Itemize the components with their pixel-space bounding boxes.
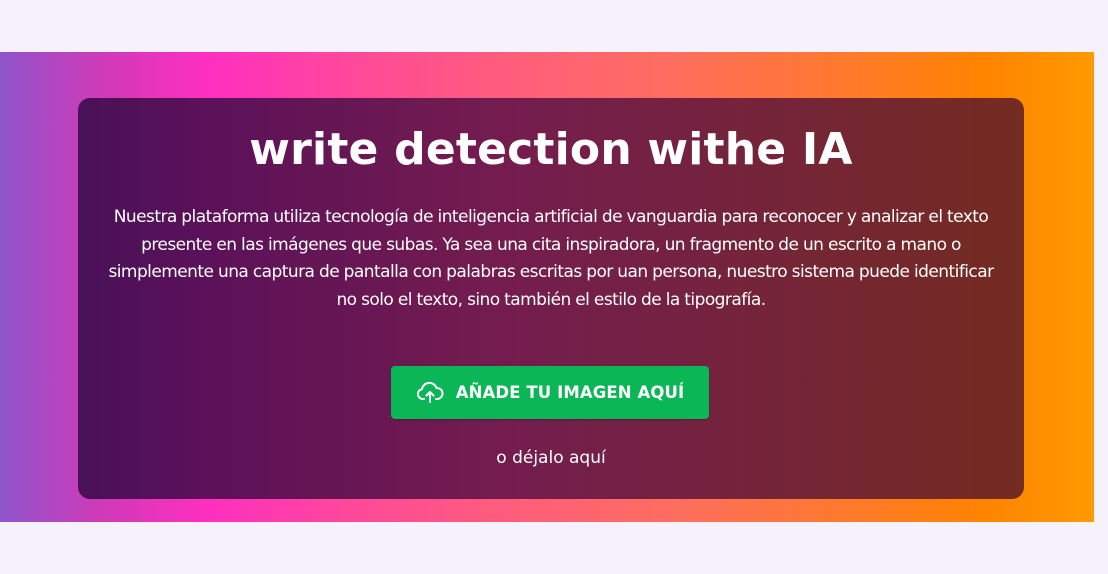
hero-banner: write detection withe IA Nuestra platafo… bbox=[0, 52, 1094, 522]
hero-description: Nuestra plataforma utiliza tecnología de… bbox=[108, 207, 994, 310]
page-title: write detection withe IA bbox=[249, 124, 853, 175]
drop-zone-hint: o déjalo aquí bbox=[496, 448, 606, 468]
upload-button-label: AÑADE TU IMAGEN AQUÍ bbox=[455, 383, 685, 402]
cloud-upload-icon bbox=[416, 381, 444, 405]
upload-image-button[interactable]: AÑADE TU IMAGEN AQUÍ bbox=[391, 366, 709, 419]
upload-card: write detection withe IA Nuestra platafo… bbox=[78, 98, 1024, 499]
